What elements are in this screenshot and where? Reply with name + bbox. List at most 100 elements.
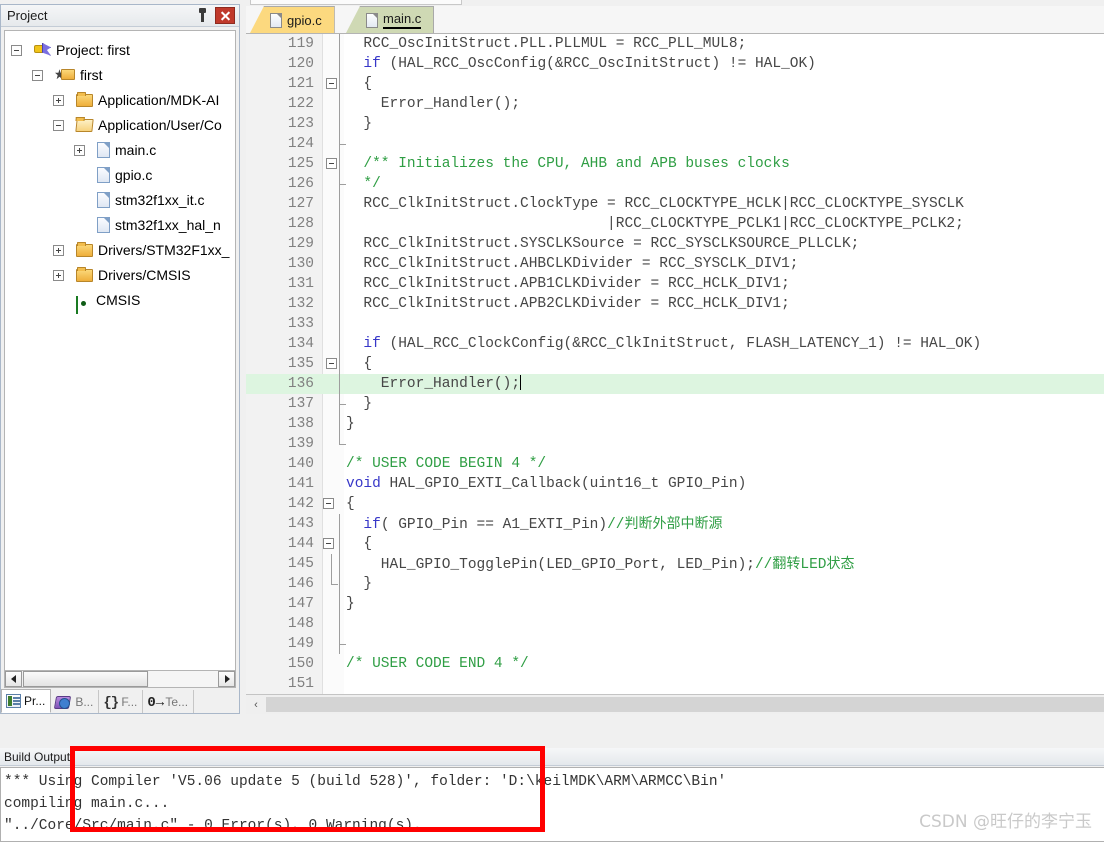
code-line[interactable]: 146 }	[246, 574, 1104, 594]
code-line[interactable]: 149	[246, 634, 1104, 654]
expand-toggle-icon[interactable]	[53, 94, 64, 106]
code-line[interactable]: 124	[246, 134, 1104, 154]
scroll-right-arrow-icon[interactable]	[218, 671, 235, 687]
close-icon[interactable]	[215, 7, 235, 24]
tree-item-label: Application/MDK-AI	[98, 91, 220, 108]
code-line-text: HAL_GPIO_TogglePin(LED_GPIO_Port, LED_Pi…	[346, 556, 855, 573]
code-line-text: if( GPIO_Pin == A1_EXTI_Pin)//判断外部中断源	[363, 516, 723, 533]
fold-toggle-icon[interactable]	[323, 498, 334, 509]
panel-tab-label: F...	[121, 694, 138, 709]
code-line-text: RCC_OscInitStruct.PLL.PLLMUL = RCC_PLL_M…	[363, 36, 747, 52]
code-line[interactable]: 143 if( GPIO_Pin == A1_EXTI_Pin)//判断外部中断…	[246, 514, 1104, 534]
code-line[interactable]: 129 RCC_ClkInitStruct.SYSCLKSource = RCC…	[246, 234, 1104, 254]
code-line[interactable]: 123 }	[246, 114, 1104, 134]
tree-item[interactable]: main.c	[5, 137, 235, 162]
expand-toggle-icon[interactable]	[53, 244, 64, 256]
panel-tab-pr[interactable]: Pr...	[1, 689, 52, 713]
code-line-text: }	[346, 576, 373, 592]
code-line[interactable]: 128 |RCC_CLOCKTYPE_PCLK1|RCC_CLOCKTYPE_P…	[246, 214, 1104, 234]
tree-item[interactable]: Application/User/Co	[5, 112, 235, 137]
fold-toggle-icon[interactable]	[326, 158, 337, 169]
code-line[interactable]: 122 Error_Handler();	[246, 94, 1104, 114]
code-line-text: RCC_ClkInitStruct.AHBCLKDivider = RCC_SY…	[346, 256, 799, 272]
tree-item-label: Drivers/STM32F1xx_	[98, 241, 230, 258]
code-line[interactable]: 130 RCC_ClkInitStruct.AHBCLKDivider = RC…	[246, 254, 1104, 274]
tree-item[interactable]: Application/MDK-AI	[5, 87, 235, 112]
project-icon	[34, 42, 51, 58]
fold-toggle-icon[interactable]	[323, 538, 334, 549]
tab-main-c[interactable]: main.c	[346, 6, 435, 33]
folder-closed-icon	[76, 266, 93, 282]
tab-gpio-c[interactable]: gpio.c	[250, 6, 335, 33]
code-line[interactable]: 135 {	[246, 354, 1104, 374]
panel-tab-f[interactable]: {} F...	[99, 690, 144, 713]
tree-item[interactable]: Drivers/CMSIS	[5, 262, 235, 287]
watermark: CSDN @旺仔的李宁玉	[919, 812, 1092, 832]
functions-tab-icon: {}	[103, 694, 119, 711]
line-number: 150	[287, 656, 314, 672]
code-line-text: void HAL_GPIO_EXTI_Callback(uint16_t GPI…	[346, 476, 747, 492]
scrollbar-thumb[interactable]	[266, 697, 1104, 712]
code-line[interactable]: 134 if (HAL_RCC_ClockConfig(&RCC_ClkInit…	[246, 334, 1104, 354]
code-line[interactable]: 132 RCC_ClkInitStruct.APB2CLKDivider = R…	[246, 294, 1104, 314]
code-line-text: {	[346, 76, 373, 92]
panel-tab-label: Pr...	[24, 694, 46, 708]
code-line[interactable]: 150 /* USER CODE END 4 */	[246, 654, 1104, 674]
code-line[interactable]: 131 RCC_ClkInitStruct.APB1CLKDivider = R…	[246, 274, 1104, 294]
code-line[interactable]: 151	[246, 674, 1104, 694]
keil-uvision-window: Project Project: first first Application/M…	[0, 0, 1104, 842]
tree-item[interactable]: stm32f1xx_hal_n	[5, 212, 235, 237]
tree-item-label: gpio.c	[115, 166, 153, 183]
collapse-toggle-icon[interactable]	[53, 119, 64, 131]
panel-tab-b[interactable]: B...	[51, 690, 100, 713]
chevron-left-icon[interactable]: ‹	[246, 695, 266, 714]
code-line[interactable]: 125 /** Initializes the CPU, AHB and APB…	[246, 154, 1104, 174]
editor-hscrollbar[interactable]: ‹	[246, 694, 1104, 714]
pin-icon[interactable]	[195, 7, 210, 24]
folder-open-icon	[75, 118, 94, 132]
code-line[interactable]: 147}	[246, 594, 1104, 614]
code-line[interactable]: 127 RCC_ClkInitStruct.ClockType = RCC_CL…	[246, 194, 1104, 214]
tree-item[interactable]: Drivers/STM32F1xx_	[5, 237, 235, 262]
tree-item[interactable]: gpio.c	[5, 162, 235, 187]
code-line[interactable]: 141 void HAL_GPIO_EXTI_Callback(uint16_t …	[246, 474, 1104, 494]
code-line[interactable]: 136 Error_Handler();	[246, 374, 1104, 394]
project-tree[interactable]: Project: first first Application/MDK-AI App…	[4, 30, 236, 685]
panel-tab-te[interactable]: 0→ Te...	[143, 690, 195, 713]
scroll-left-arrow-icon[interactable]	[5, 671, 22, 687]
code-line[interactable]: 139	[246, 434, 1104, 454]
code-line[interactable]: 120 if (HAL_RCC_OscConfig(&RCC_OscInitSt…	[246, 54, 1104, 74]
line-number: 119	[287, 36, 314, 52]
code-line-text: }	[346, 416, 355, 432]
code-line[interactable]: 148	[246, 614, 1104, 634]
collapse-toggle-icon[interactable]	[11, 44, 22, 56]
tree-item[interactable]: stm32f1xx_it.c	[5, 187, 235, 212]
expand-toggle-icon[interactable]	[74, 144, 85, 156]
code-text-area[interactable]: 119 RCC_OscInitStruct.PLL.PLLMUL = RCC_P…	[246, 34, 1104, 694]
code-line[interactable]: 140 /* USER CODE BEGIN 4 */	[246, 454, 1104, 474]
code-line[interactable]: 126 */	[246, 174, 1104, 194]
code-line[interactable]: 137 }	[246, 394, 1104, 414]
tree-item[interactable]: first	[5, 62, 235, 87]
code-line-text: */	[363, 176, 381, 192]
line-number: 127	[287, 196, 314, 212]
code-line[interactable]: 142 {	[246, 494, 1104, 514]
code-line[interactable]: 133	[246, 314, 1104, 334]
code-line[interactable]: 119 RCC_OscInitStruct.PLL.PLLMUL = RCC_P…	[246, 34, 1104, 54]
tree-item[interactable]: Project: first	[5, 37, 235, 62]
fold-toggle-icon[interactable]	[326, 358, 337, 369]
expand-toggle-icon[interactable]	[53, 269, 64, 281]
code-line[interactable]: 121 {	[246, 74, 1104, 94]
code-line[interactable]: 145 HAL_GPIO_TogglePin(LED_GPIO_Port, LE…	[246, 554, 1104, 574]
scrollbar-thumb[interactable]	[23, 671, 148, 687]
project-tree-hscrollbar[interactable]	[4, 670, 236, 688]
fold-toggle-icon[interactable]	[326, 78, 337, 89]
code-line[interactable]: 144 {	[246, 534, 1104, 554]
scrollbar-track[interactable]	[149, 671, 218, 687]
project-panel-title: Project	[7, 8, 48, 23]
tree-item[interactable]: CMSIS	[5, 287, 235, 314]
project-tab-icon	[6, 694, 21, 708]
collapse-toggle-icon[interactable]	[32, 69, 43, 81]
code-line[interactable]: 138}	[246, 414, 1104, 434]
